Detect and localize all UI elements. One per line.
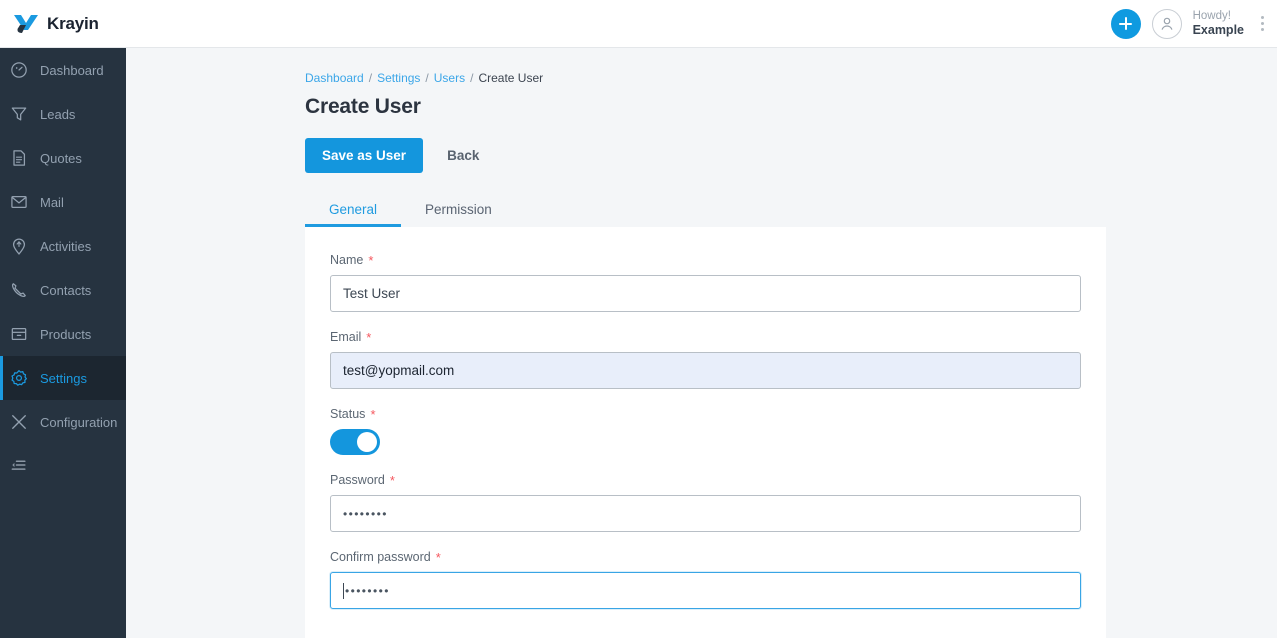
label-text: Confirm password <box>330 550 431 564</box>
required-indicator: * <box>435 549 441 565</box>
gear-icon <box>11 370 27 386</box>
field-label-email: Email * <box>330 330 1081 344</box>
action-buttons: Save as User Back <box>305 138 1277 173</box>
user-name: Example <box>1192 22 1244 37</box>
required-indicator: * <box>389 472 395 488</box>
field-label-password: Password * <box>330 473 1081 487</box>
greeting-text: Howdy! <box>1192 9 1231 22</box>
breadcrumb: Dashboard / Settings / Users / Create Us… <box>305 70 1277 86</box>
sidebar-item-label: Dashboard <box>40 62 104 78</box>
sidebar-item-leads[interactable]: Leads <box>0 92 126 136</box>
page-title: Create User <box>305 95 421 118</box>
funnel-icon <box>11 107 27 121</box>
field-status: Status * <box>330 407 1081 455</box>
krayin-logo-icon <box>14 14 38 33</box>
sidebar-item-dashboard[interactable]: Dashboard <box>0 48 126 92</box>
collapse-sidebar-button[interactable] <box>0 444 126 486</box>
sidebar-item-label: Contacts <box>40 282 92 298</box>
sidebar-item-products[interactable]: Products <box>0 312 126 356</box>
form-card: Name * Test User Email * test@yopmail.co… <box>305 227 1106 638</box>
brand-name: Krayin <box>47 13 99 33</box>
breadcrumb-separator: / <box>470 71 474 85</box>
sidebar-item-label: Configuration <box>40 414 118 430</box>
sidebar-item-contacts[interactable]: Contacts <box>0 268 126 312</box>
sidebar-item-settings[interactable]: Settings <box>0 356 126 400</box>
sidebar-item-label: Activities <box>40 238 92 254</box>
main-content: Dashboard / Settings / Users / Create Us… <box>126 48 1277 638</box>
breadcrumb-link-settings[interactable]: Settings <box>377 71 420 85</box>
kebab-dot <box>1260 28 1264 31</box>
breadcrumb-current: Create User <box>478 71 544 85</box>
sidebar-item-label: Products <box>40 326 92 342</box>
text-cursor <box>343 582 344 599</box>
sidebar: Dashboard Leads Quotes Mail Activities C… <box>0 48 126 638</box>
required-indicator: * <box>366 329 372 345</box>
breadcrumb-link-dashboard[interactable]: Dashboard <box>305 71 364 85</box>
field-password: Password * •••••••• <box>330 473 1081 532</box>
save-as-user-button[interactable]: Save as User <box>305 138 424 173</box>
content-wrapper: Dashboard / Settings / Users / Create Us… <box>126 48 1277 638</box>
user-avatar-icon <box>1161 17 1173 30</box>
sidebar-item-quotes[interactable]: Quotes <box>0 136 126 180</box>
box-icon <box>11 327 27 341</box>
required-indicator: * <box>368 252 374 268</box>
field-label-name: Name * <box>330 253 1081 267</box>
field-label-status: Status * <box>330 407 1081 421</box>
required-indicator: * <box>370 406 376 422</box>
toggle-knob <box>357 432 377 452</box>
sidebar-item-label: Quotes <box>40 150 82 166</box>
label-text: Password <box>330 473 385 487</box>
add-new-button[interactable] <box>1110 8 1141 39</box>
kebab-dot <box>1260 16 1264 19</box>
collapse-sidebar-icon <box>11 460 26 470</box>
breadcrumb-link-users[interactable]: Users <box>434 71 465 85</box>
tab-general[interactable]: General <box>305 202 402 227</box>
confirm-password-input[interactable]: •••••••• <box>330 572 1081 609</box>
kebab-dot <box>1260 22 1264 25</box>
back-button[interactable]: Back <box>435 138 491 173</box>
status-toggle[interactable] <box>330 429 380 455</box>
tab-bar: General Permission <box>305 194 1277 227</box>
sidebar-item-activities[interactable]: Activities <box>0 224 126 268</box>
location-pin-icon <box>12 238 26 255</box>
field-label-confirm-password: Confirm password * <box>330 550 1081 564</box>
label-text: Email <box>330 330 362 344</box>
sidebar-item-label: Mail <box>40 194 64 210</box>
phone-icon <box>11 283 26 298</box>
header-actions: Howdy! Example <box>1110 0 1277 48</box>
label-text: Status <box>330 407 366 421</box>
user-greeting[interactable]: Howdy! Example <box>1193 10 1244 38</box>
avatar[interactable] <box>1151 8 1182 39</box>
field-email: Email * test@yopmail.com <box>330 330 1081 389</box>
field-confirm-password: Confirm password * •••••••• <box>330 550 1081 609</box>
sidebar-item-configuration[interactable]: Configuration <box>0 400 126 444</box>
confirm-password-value: •••••••• <box>345 583 390 598</box>
sidebar-item-label: Settings <box>40 370 87 386</box>
email-input[interactable]: test@yopmail.com <box>330 352 1081 389</box>
top-header: Krayin Howdy! Example <box>0 0 1277 48</box>
breadcrumb-separator: / <box>368 71 373 85</box>
field-name: Name * Test User <box>330 253 1081 312</box>
password-input[interactable]: •••••••• <box>330 495 1081 532</box>
brand-logo[interactable]: Krayin <box>0 0 126 48</box>
tools-icon <box>12 415 26 429</box>
name-input[interactable]: Test User <box>330 275 1081 312</box>
label-text: Name <box>330 253 364 267</box>
breadcrumb-separator: / <box>425 71 429 85</box>
sidebar-item-mail[interactable]: Mail <box>0 180 126 224</box>
dashboard-gauge-icon <box>11 62 27 78</box>
envelope-icon <box>11 195 27 209</box>
kebab-menu-icon[interactable] <box>1255 8 1269 40</box>
tab-permission[interactable]: Permission <box>401 202 516 227</box>
document-icon <box>13 150 26 166</box>
sidebar-item-label: Leads <box>40 106 76 122</box>
